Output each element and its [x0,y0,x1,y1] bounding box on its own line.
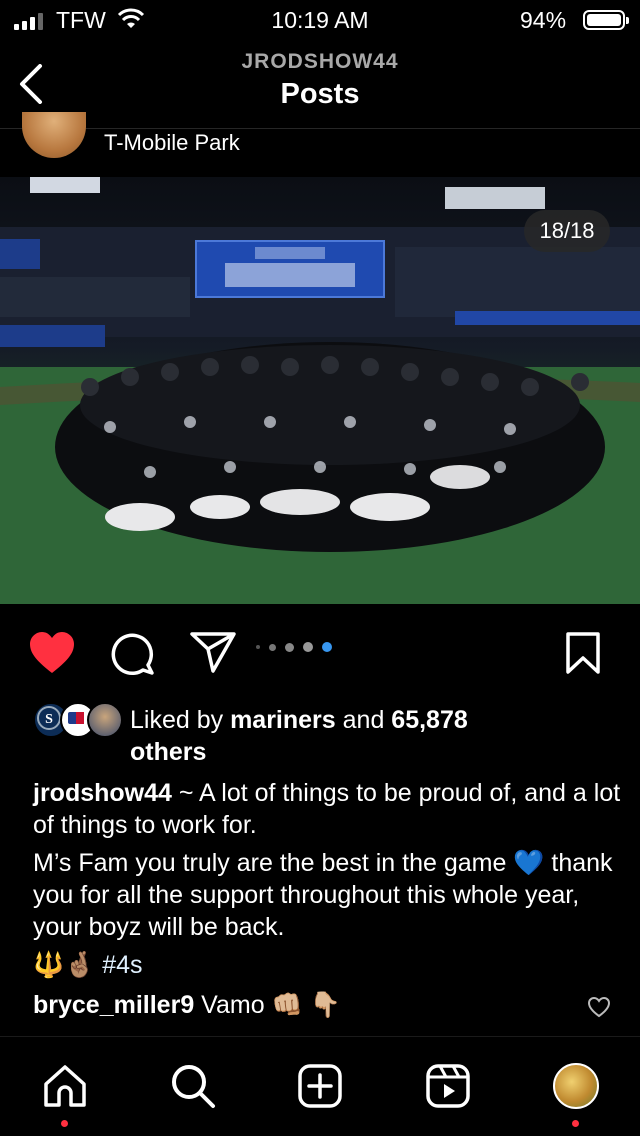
likes-count[interactable]: 65,878 [391,706,467,734]
share-paper-plane-icon[interactable] [190,631,236,673]
caption-text-2a: M’s Fam you truly are the best in the ga… [33,849,514,877]
user-avatar [87,702,123,738]
create-post-icon[interactable] [297,1063,343,1109]
liked-by-avatars[interactable]: S [33,702,123,738]
caption-para-3: 🔱🤞🏽 #4s [33,949,623,981]
like-heart-icon[interactable] [28,631,76,675]
profile-notification-dot [572,1120,579,1127]
likes-suffix: others [130,738,207,766]
profile-avatar[interactable] [553,1063,599,1109]
home-notification-dot [61,1120,68,1127]
likes-middle: and [335,706,392,734]
comment-like-heart-icon[interactable] [587,996,611,1018]
comment-preview[interactable]: bryce_miller9 Vamo 👊🏼 👇🏼 [33,988,341,1022]
caption-para-1: jrodshow44 ~ A lot of things to be proud… [33,777,623,841]
post-caption: jrodshow44 ~ A lot of things to be proud… [33,777,623,987]
reels-icon[interactable] [425,1063,471,1109]
search-icon[interactable] [170,1063,216,1109]
post-author-avatar[interactable] [22,112,86,158]
hashtag-link[interactable]: #4s [102,951,142,979]
caption-author[interactable]: jrodshow44 [33,779,172,807]
home-icon[interactable] [42,1063,88,1109]
comment-author[interactable]: bryce_miller9 [33,991,194,1019]
comment-text: Vamo 👊🏼 👇🏼 [194,991,341,1019]
battery-percentage: 94% [520,7,567,33]
carousel-indicator [256,642,332,652]
likes-summary[interactable]: Liked by mariners and 65,878 others [130,704,550,768]
caption-emojis: 🔱🤞🏽 [33,951,103,979]
header-username: JRODSHOW44 [241,50,399,73]
header-divider [0,128,640,129]
photo-counter-badge: 18/18 [524,210,610,252]
comment-icon[interactable] [110,632,156,676]
battery-icon [583,10,629,30]
nav-divider [0,1036,640,1037]
likes-prefix: Liked by [130,706,231,734]
page-title: Posts [280,78,360,110]
svg-text:S: S [45,712,53,727]
save-bookmark-icon[interactable] [565,631,601,675]
status-bar: TFW 10:19 AM 94% [0,0,640,40]
post-location[interactable]: T-Mobile Park [104,130,240,156]
liked-by-user[interactable]: mariners [230,706,336,734]
caption-para-2: M’s Fam you truly are the best in the ga… [33,847,623,943]
blue-heart-emoji: 💙 [513,849,545,877]
